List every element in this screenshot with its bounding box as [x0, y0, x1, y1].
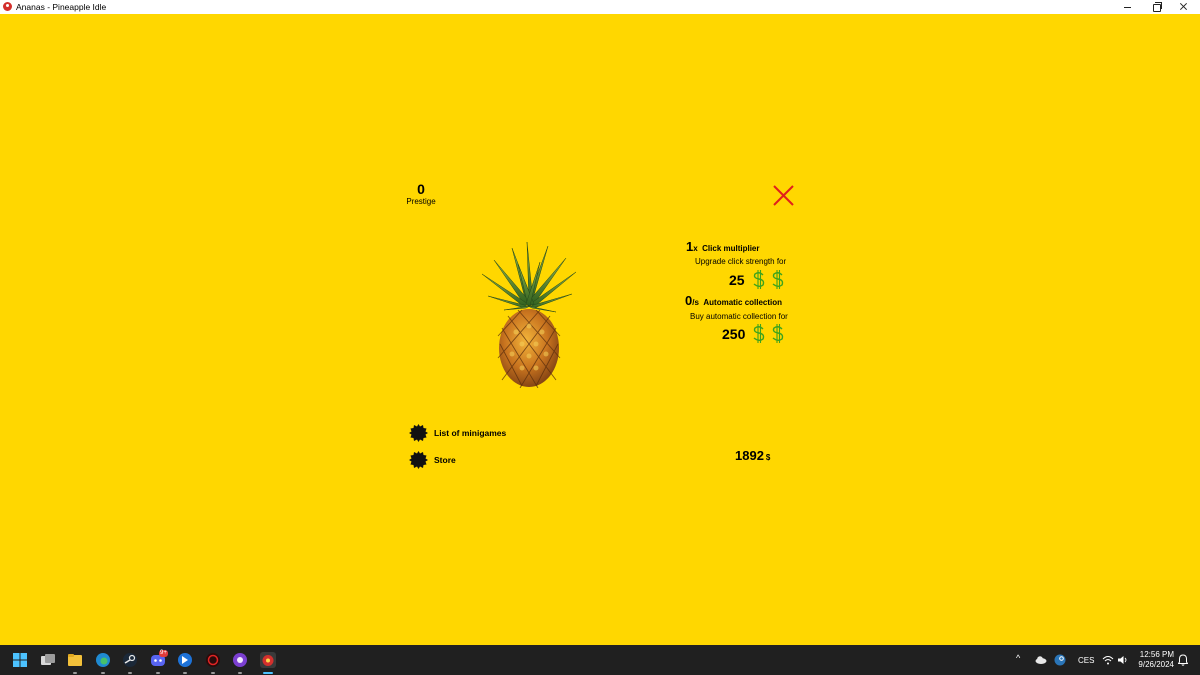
- pineapple-click-target[interactable]: [478, 240, 580, 388]
- click-multiplier-title: 1x Click multiplier: [686, 238, 760, 256]
- click-multiplier-description: Upgrade click strength for: [695, 257, 787, 266]
- auto-collection-label: Automatic collection: [703, 298, 783, 307]
- dollar-icon: [753, 324, 765, 343]
- input-language[interactable]: CES: [1078, 656, 1094, 675]
- minigames-list-button[interactable]: List of minigames: [409, 423, 506, 443]
- taskbar-running-indicator: [73, 672, 77, 674]
- steam-icon[interactable]: [122, 652, 138, 668]
- minigames-list-label: List of minigames: [434, 428, 507, 438]
- auto-collection-title: 0/s Automatic collection: [685, 292, 782, 310]
- blue-app-icon[interactable]: [177, 652, 193, 668]
- dollar-icon: [772, 324, 784, 343]
- discord-notification-badge: 9+: [159, 650, 168, 657]
- purple-app-icon[interactable]: [232, 652, 248, 668]
- window-title-bar[interactable]: Ananas - Pineapple Idle: [0, 0, 1200, 14]
- taskbar-active-indicator: [263, 672, 273, 674]
- auto-collection-description: Buy automatic collection for: [690, 312, 788, 321]
- money-value: 1892: [735, 448, 764, 463]
- store-button[interactable]: Store: [409, 450, 456, 470]
- taskbar: 9+ ^ CES 12:56 PM 9/26/2024: [0, 645, 1200, 675]
- taskbar-running-indicator: [101, 672, 105, 674]
- blob-icon: [409, 424, 428, 442]
- taskbar-running-indicator: [156, 672, 160, 674]
- dollar-icon: [772, 270, 783, 289]
- store-label: Store: [434, 455, 456, 465]
- chevron-up-icon[interactable]: ^: [1016, 653, 1020, 663]
- wifi-icon[interactable]: [1102, 655, 1114, 665]
- volume-icon[interactable]: [1117, 655, 1128, 665]
- red-app-icon[interactable]: [205, 652, 221, 668]
- onedrive-icon[interactable]: [1035, 655, 1047, 664]
- auto-collection-price: 250: [722, 325, 746, 342]
- file-explorer-icon[interactable]: [67, 652, 83, 668]
- blob-icon: [409, 451, 428, 469]
- prestige-label: Prestige: [406, 197, 436, 206]
- close-icon[interactable]: [771, 183, 796, 208]
- click-multiplier-buy-button[interactable]: 25: [729, 270, 786, 289]
- taskbar-running-indicator: [183, 672, 187, 674]
- steam-tray-icon[interactable]: [1054, 654, 1066, 666]
- window-title: Ananas - Pineapple Idle: [16, 2, 107, 12]
- clock-time: 12:56 PM: [1139, 650, 1174, 659]
- taskbar-running-indicator: [238, 672, 242, 674]
- notification-bell-icon[interactable]: [1178, 654, 1188, 666]
- dollar-icon: [753, 270, 764, 289]
- prestige-value: 0: [417, 181, 425, 197]
- click-multiplier-label: Click multiplier: [702, 244, 760, 253]
- task-view-icon[interactable]: [40, 652, 56, 668]
- restore-button[interactable]: [1142, 0, 1170, 14]
- app-icon: [3, 2, 12, 11]
- pineapple-idle-taskbar-icon[interactable]: [260, 652, 276, 668]
- clock-date: 9/26/2024: [1138, 660, 1174, 669]
- prestige-counter: 0 Prestige: [398, 182, 444, 207]
- money-unit: $: [765, 453, 771, 462]
- system-clock[interactable]: 12:56 PM 9/26/2024: [1134, 650, 1174, 675]
- edge-icon[interactable]: [95, 652, 111, 668]
- taskbar-running-indicator: [128, 672, 132, 674]
- auto-collection-suffix: /s: [692, 298, 699, 307]
- money-counter: 1892 $: [735, 447, 770, 465]
- windows-start-icon[interactable]: [12, 652, 28, 668]
- taskbar-running-indicator: [211, 672, 215, 674]
- click-multiplier-suffix: x: [693, 244, 698, 253]
- window-close-button[interactable]: [1170, 0, 1198, 14]
- click-multiplier-price: 25: [729, 271, 745, 288]
- auto-collection-buy-button[interactable]: 250: [722, 324, 786, 343]
- minimize-button[interactable]: [1114, 0, 1142, 14]
